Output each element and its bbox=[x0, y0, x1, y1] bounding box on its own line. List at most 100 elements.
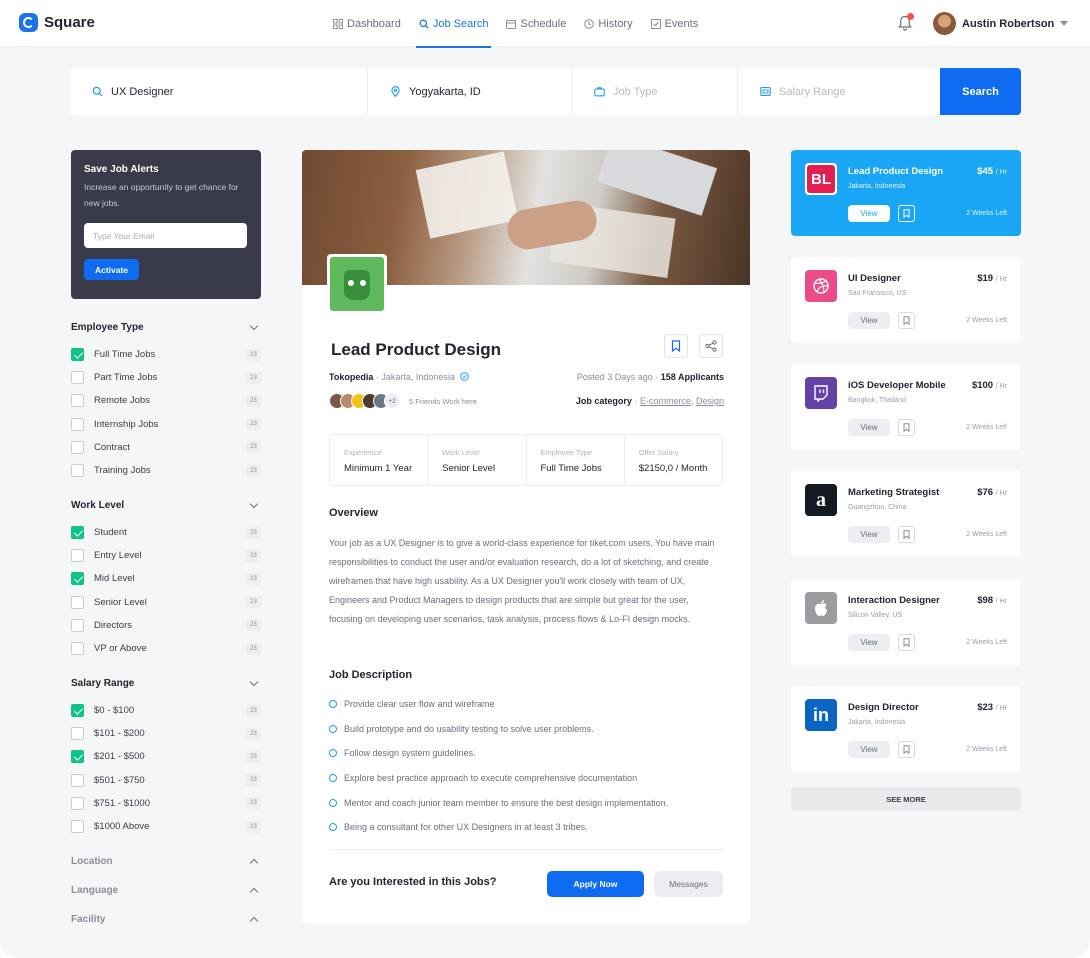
checkbox[interactable] bbox=[71, 348, 84, 362]
save-job-button[interactable] bbox=[898, 741, 915, 758]
save-job-button[interactable] bbox=[898, 312, 915, 329]
messages-button[interactable]: Messages bbox=[654, 871, 723, 897]
user-name[interactable]: Austin Robertson bbox=[962, 18, 1054, 30]
category-link[interactable]: Design bbox=[696, 396, 724, 406]
checkbox[interactable] bbox=[71, 773, 84, 787]
filter-option[interactable]: Entry Level 23 bbox=[71, 544, 261, 567]
filter-option[interactable]: Remote Jobs 23 bbox=[71, 389, 261, 412]
share-button[interactable] bbox=[699, 334, 723, 358]
friends-more[interactable]: +2 bbox=[384, 393, 400, 409]
keyword-field[interactable]: UX Designer bbox=[70, 68, 368, 115]
filter-option[interactable]: Student 23 bbox=[71, 521, 261, 544]
view-button[interactable]: View bbox=[848, 741, 890, 758]
checkbox[interactable] bbox=[71, 642, 84, 656]
save-job-button[interactable] bbox=[898, 526, 915, 543]
nav-history[interactable]: History bbox=[581, 0, 647, 47]
filter-option[interactable]: VP or Above 23 bbox=[71, 637, 261, 660]
checkbox[interactable] bbox=[71, 464, 84, 478]
caret-down-icon[interactable] bbox=[1060, 21, 1068, 26]
filter-option[interactable]: $101 - $200 23 bbox=[71, 722, 261, 745]
filter-option[interactable]: $1000 Above 23 bbox=[71, 815, 261, 838]
job-card[interactable]: BL Lead Product Design Jakarta, Indonesi… bbox=[791, 150, 1021, 236]
bookmark-button[interactable] bbox=[664, 334, 688, 358]
save-job-button[interactable] bbox=[898, 205, 915, 222]
chevron-down-icon[interactable] bbox=[249, 321, 259, 330]
job-card-title[interactable]: Lead Product Design bbox=[848, 166, 943, 177]
job-card[interactable]: in Design Director Jakarta, Indonesia $2… bbox=[791, 686, 1021, 772]
job-card[interactable]: UI Designer San Fransisco, US $19 / Hr V… bbox=[791, 257, 1021, 343]
checkbox[interactable] bbox=[71, 796, 84, 810]
category-link[interactable]: E-commerce bbox=[640, 396, 691, 406]
filter-option[interactable]: $201 - $500 23 bbox=[71, 745, 261, 768]
filter-header[interactable]: Location bbox=[71, 854, 261, 868]
nav-events[interactable]: Events bbox=[648, 0, 714, 47]
view-button[interactable]: View bbox=[848, 634, 890, 651]
checkbox[interactable] bbox=[71, 417, 84, 431]
user-avatar[interactable] bbox=[933, 12, 956, 35]
location-field[interactable]: Yogyakarta, ID bbox=[368, 68, 572, 115]
checkbox[interactable] bbox=[71, 727, 84, 741]
chevron-down-icon[interactable] bbox=[249, 499, 259, 508]
checkbox[interactable] bbox=[71, 371, 84, 385]
job-card-title[interactable]: UI Designer bbox=[848, 273, 901, 284]
nav-schedule[interactable]: Schedule bbox=[503, 0, 581, 47]
company-name[interactable]: Tokopedia bbox=[329, 372, 373, 382]
apply-now-button[interactable]: Apply Now bbox=[547, 871, 644, 897]
save-job-button[interactable] bbox=[898, 419, 915, 436]
job-card-title[interactable]: iOS Developer Mobile bbox=[848, 380, 946, 391]
view-button[interactable]: View bbox=[848, 419, 890, 436]
job-card-title[interactable]: Interaction Designer bbox=[848, 595, 940, 606]
job-card[interactable]: iOS Developer Mobile Bangkok, Thailand $… bbox=[791, 364, 1021, 450]
checkbox[interactable] bbox=[71, 440, 84, 454]
filter-option[interactable]: Directors 23 bbox=[71, 614, 261, 637]
view-button[interactable]: View bbox=[848, 526, 890, 543]
view-button[interactable]: View bbox=[848, 312, 890, 329]
filter-facility[interactable]: Facility bbox=[71, 912, 261, 926]
save-job-button[interactable] bbox=[898, 634, 915, 651]
job-card-title[interactable]: Marketing Strategist bbox=[848, 487, 939, 498]
view-button[interactable]: View bbox=[848, 205, 890, 222]
filter-header[interactable]: Facility bbox=[71, 912, 261, 926]
brand-logo[interactable]: Square bbox=[19, 13, 95, 32]
chevron-up-icon[interactable] bbox=[249, 887, 259, 896]
checkbox[interactable] bbox=[71, 549, 84, 563]
filter-option[interactable]: $501 - $750 23 bbox=[71, 769, 261, 792]
job-card[interactable]: Interaction Designer Silicon Valley, US … bbox=[791, 579, 1021, 665]
see-more-button[interactable]: SEE MORE bbox=[791, 787, 1021, 811]
filter-option[interactable]: Full Time Jobs 23 bbox=[71, 343, 261, 366]
filter-location[interactable]: Location bbox=[71, 854, 261, 868]
salary-field[interactable]: Salary Range bbox=[738, 68, 940, 115]
chevron-up-icon[interactable] bbox=[249, 916, 259, 925]
checkbox[interactable] bbox=[71, 704, 84, 718]
filter-option[interactable]: Mid Level 23 bbox=[71, 567, 261, 590]
filter-header[interactable]: Work Level bbox=[71, 498, 261, 512]
filter-option[interactable]: Contract 23 bbox=[71, 436, 261, 459]
nav-job-search[interactable]: Job Search bbox=[415, 0, 504, 48]
checkbox[interactable] bbox=[71, 394, 84, 408]
filter-header[interactable]: Language bbox=[71, 883, 261, 897]
filter-header[interactable]: Employee Type bbox=[71, 320, 261, 334]
filter-header[interactable]: Salary Range bbox=[71, 676, 261, 690]
activate-button[interactable]: Activate bbox=[84, 259, 139, 280]
job-card[interactable]: a Marketing Strategist Guangzhou, China … bbox=[791, 471, 1021, 557]
checkbox[interactable] bbox=[71, 618, 84, 632]
checkbox[interactable] bbox=[71, 572, 84, 586]
filter-option[interactable]: $0 - $100 23 bbox=[71, 699, 261, 722]
job-card-title[interactable]: Design Director bbox=[848, 702, 919, 713]
nav-dashboard[interactable]: Dashboard bbox=[330, 0, 416, 47]
filter-option[interactable]: Part Time Jobs 23 bbox=[71, 366, 261, 389]
checkbox[interactable] bbox=[71, 595, 84, 609]
filter-option[interactable]: Internship Jobs 23 bbox=[71, 413, 261, 436]
filter-option[interactable]: $751 - $1000 23 bbox=[71, 792, 261, 815]
checkbox[interactable] bbox=[71, 526, 84, 540]
checkbox[interactable] bbox=[71, 750, 84, 764]
job-type-field[interactable]: Job Type bbox=[572, 68, 738, 115]
filter-option[interactable]: Training Jobs 23 bbox=[71, 459, 261, 482]
filter-option[interactable]: Senior Level 23 bbox=[71, 591, 261, 614]
chevron-down-icon[interactable] bbox=[249, 677, 259, 686]
search-button[interactable]: Search bbox=[940, 68, 1021, 115]
alert-email-input[interactable] bbox=[84, 223, 247, 248]
filter-language[interactable]: Language bbox=[71, 883, 261, 897]
chevron-up-icon[interactable] bbox=[249, 858, 259, 867]
checkbox[interactable] bbox=[71, 820, 84, 834]
